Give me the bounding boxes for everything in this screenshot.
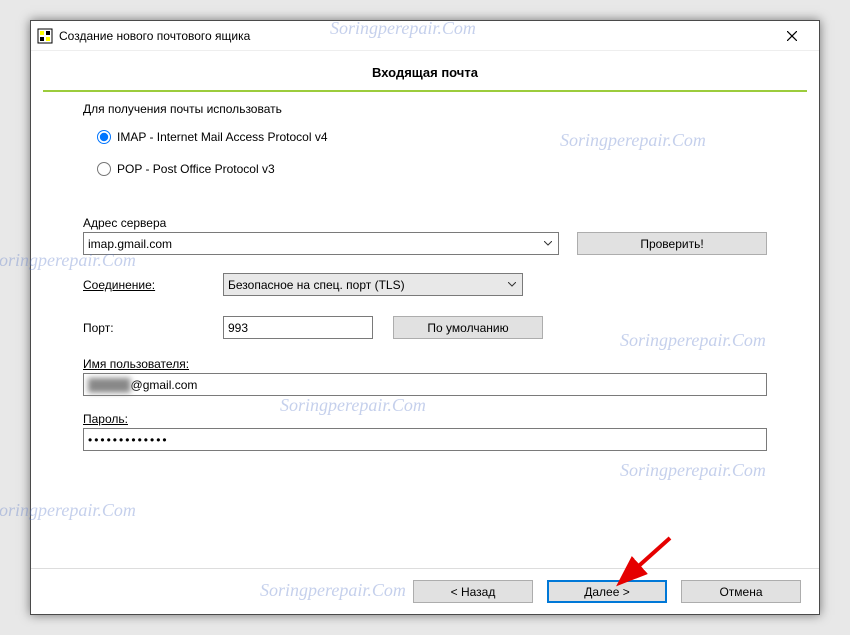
cancel-button-label: Отмена (719, 585, 762, 599)
radio-imap[interactable] (97, 130, 111, 144)
back-button[interactable]: < Назад (413, 580, 533, 603)
app-icon (37, 28, 53, 44)
protocol-fieldset: Для получения почты использовать IMAP - … (83, 110, 767, 194)
port-input[interactable] (223, 316, 373, 339)
default-port-button[interactable]: По умолчанию (393, 316, 543, 339)
connection-value: Безопасное на спец. порт (TLS) (228, 278, 405, 292)
dropdown-arrow-icon (540, 241, 556, 246)
username-suffix: @gmail.com (131, 378, 198, 392)
protocol-legend: Для получения почты использовать (83, 102, 286, 116)
titlebar: Создание нового почтового ящика (31, 21, 819, 51)
next-button[interactable]: Далее > (547, 580, 667, 603)
close-button[interactable] (771, 22, 813, 50)
server-address-value: imap.gmail.com (88, 237, 172, 251)
window-title: Создание нового почтового ящика (59, 29, 771, 43)
radio-pop-label: POP - Post Office Protocol v3 (117, 162, 275, 176)
dropdown-arrow-icon (504, 282, 520, 287)
check-button[interactable]: Проверить! (577, 232, 767, 255)
port-label: Порт: (83, 321, 223, 335)
port-row: Порт: По умолчанию (83, 316, 767, 339)
dialog-footer: < Назад Далее > Отмена (31, 568, 819, 614)
username-hidden-part: █████ (88, 378, 131, 392)
server-address-combo[interactable]: imap.gmail.com (83, 232, 559, 255)
radio-pop-row[interactable]: POP - Post Office Protocol v3 (97, 162, 753, 176)
password-input[interactable] (83, 428, 767, 451)
password-block: Пароль: (83, 412, 767, 451)
radio-imap-row[interactable]: IMAP - Internet Mail Access Protocol v4 (97, 130, 753, 144)
username-block: Имя пользователя: █████@gmail.com (83, 357, 767, 396)
check-button-label: Проверить! (640, 237, 703, 251)
radio-pop[interactable] (97, 162, 111, 176)
section-title: Входящая почта (43, 59, 807, 90)
back-button-label: < Назад (451, 585, 496, 599)
connection-combo[interactable]: Безопасное на спец. порт (TLS) (223, 273, 523, 296)
server-label: Адрес сервера (83, 216, 559, 230)
close-icon (787, 31, 797, 41)
next-button-label: Далее > (584, 585, 630, 599)
form-area: Для получения почты использовать IMAP - … (43, 96, 807, 568)
divider-accent (43, 90, 807, 92)
password-label: Пароль: (83, 412, 767, 426)
radio-imap-label: IMAP - Internet Mail Access Protocol v4 (117, 130, 328, 144)
connection-label: Соединение: (83, 278, 223, 292)
default-port-label: По умолчанию (427, 321, 508, 335)
server-row: Адрес сервера imap.gmail.com Проверить! (83, 216, 767, 255)
connection-row: Соединение: Безопасное на спец. порт (TL… (83, 273, 767, 296)
cancel-button[interactable]: Отмена (681, 580, 801, 603)
dialog-window: Создание нового почтового ящика Входящая… (30, 20, 820, 615)
username-input[interactable]: █████@gmail.com (83, 373, 767, 396)
username-label: Имя пользователя: (83, 357, 767, 371)
dialog-content: Входящая почта Для получения почты испол… (31, 51, 819, 568)
